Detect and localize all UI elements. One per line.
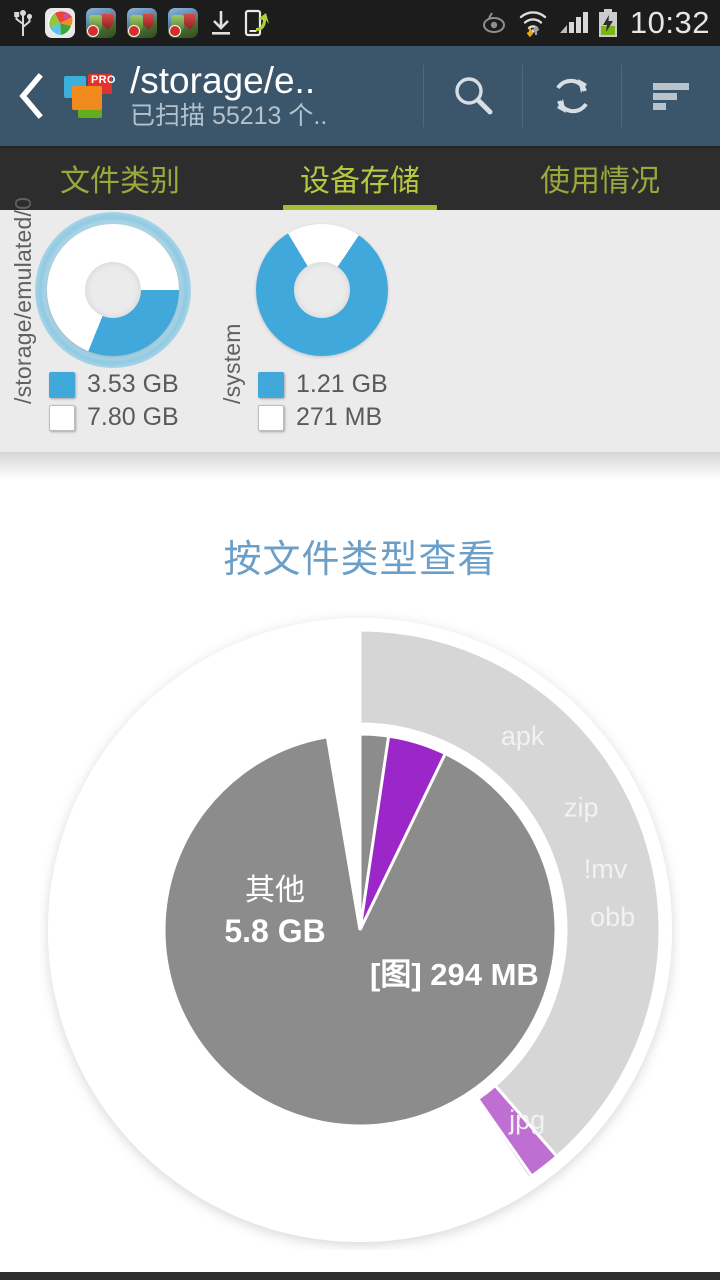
signal-icon bbox=[559, 12, 588, 33]
file-type-sunburst-chart[interactable]: apk zip !mv obb jpg 其他 5.8 GB [图] 294 MB bbox=[40, 610, 680, 1250]
sunburst-inner-ring bbox=[162, 732, 558, 1128]
panel-shadow bbox=[0, 452, 720, 480]
volume-donut-chart bbox=[256, 224, 388, 356]
chevron-left-icon bbox=[19, 73, 43, 119]
legend-free-value: 271 MB bbox=[296, 403, 383, 431]
sunburst-center-category: 其他 bbox=[245, 874, 305, 907]
game-notification-icon bbox=[168, 8, 198, 38]
tab-device-storage[interactable]: 设备存储 bbox=[240, 146, 480, 210]
legend-row-used: 3.53 GB bbox=[49, 370, 179, 399]
legend-row-free: 271 MB bbox=[258, 403, 388, 432]
app-logo-icon: PRO bbox=[62, 70, 118, 122]
sort-button[interactable] bbox=[622, 46, 720, 146]
bottom-nav-strip bbox=[0, 1272, 720, 1280]
pro-badge-label: PRO bbox=[91, 74, 116, 86]
tab-label: 文件类别 bbox=[60, 165, 180, 198]
app-icon bbox=[45, 8, 75, 38]
game-notification-icon bbox=[127, 8, 157, 38]
tab-label: 设备存储 bbox=[300, 165, 420, 198]
action-bar: PRO /storage/e.. 已扫描 55213 个.. bbox=[0, 46, 720, 146]
status-bar: 10:32 bbox=[0, 0, 720, 46]
tab-bar: 文件类别 设备存储 使用情况 bbox=[0, 146, 720, 210]
page-title: /storage/e.. bbox=[130, 61, 316, 101]
tab-usage[interactable]: 使用情况 bbox=[480, 146, 720, 210]
sunburst-center-size: 5.8 GB bbox=[224, 913, 325, 949]
usb-icon bbox=[14, 10, 33, 36]
legend-swatch-free bbox=[49, 404, 75, 431]
search-icon bbox=[455, 77, 493, 115]
volume-path-label: /storage/emulated/0 bbox=[10, 196, 36, 404]
sunburst-slice-label: obb bbox=[590, 902, 635, 932]
back-button[interactable] bbox=[0, 46, 62, 146]
status-bar-right-icons: 10:32 bbox=[480, 5, 710, 41]
legend-swatch-used bbox=[258, 371, 284, 398]
legend-used-value: 3.53 GB bbox=[87, 370, 179, 398]
storage-volume-item[interactable]: /storage/emulated/0 3.53 GB 7.80 GB bbox=[10, 196, 191, 432]
legend-row-free: 7.80 GB bbox=[49, 403, 179, 432]
legend-used-value: 1.21 GB bbox=[296, 370, 388, 398]
storage-volume-item[interactable]: /system 1.21 GB 271 MB bbox=[219, 224, 388, 432]
legend-swatch-free bbox=[258, 404, 284, 431]
wifi-icon bbox=[519, 11, 547, 38]
sunburst-slice-label: jpg bbox=[508, 1105, 545, 1135]
battery-charging-icon bbox=[598, 9, 617, 37]
search-button[interactable] bbox=[424, 46, 522, 146]
tab-label: 使用情况 bbox=[540, 165, 660, 198]
app-screen: 10:32 PRO /storage/e.. 已扫描 55213 个.. 文件类… bbox=[0, 0, 720, 1280]
volume-legend: 3.53 GB 7.80 GB bbox=[49, 366, 179, 432]
download-icon bbox=[212, 11, 230, 35]
legend-free-value: 7.80 GB bbox=[87, 403, 179, 431]
title-block[interactable]: /storage/e.. 已扫描 55213 个.. bbox=[130, 61, 423, 131]
eye-off-icon bbox=[482, 12, 505, 33]
sunburst-svg: apk zip !mv obb jpg 其他 5.8 GB [图] 294 MB bbox=[48, 618, 672, 1242]
legend-swatch-used bbox=[49, 371, 75, 398]
volume-legend: 1.21 GB 271 MB bbox=[258, 366, 388, 432]
sunburst-slice-label: !mv bbox=[584, 854, 628, 884]
sunburst-slice-label: apk bbox=[501, 721, 545, 751]
volume-donut-chart bbox=[35, 212, 191, 368]
file-type-section-title: 按文件类型查看 bbox=[223, 539, 497, 581]
volume-path-label: /system bbox=[219, 323, 245, 404]
storage-volumes-panel: /storage/emulated/0 3.53 GB 7.80 GB /sys… bbox=[0, 196, 720, 452]
legend-row-used: 1.21 GB bbox=[258, 370, 388, 399]
sunburst-image-callout: [图] 294 MB bbox=[370, 957, 539, 992]
game-notification-icon bbox=[86, 8, 116, 38]
share-to-phone-icon bbox=[244, 9, 269, 37]
refresh-button[interactable] bbox=[523, 46, 621, 146]
donut-ring bbox=[47, 224, 179, 356]
sort-icon bbox=[653, 83, 689, 110]
status-bar-left-icons bbox=[12, 8, 480, 38]
status-bar-clock: 10:32 bbox=[629, 5, 710, 40]
scan-status-subtitle: 已扫描 55213 个.. bbox=[130, 102, 328, 130]
sunburst-slice-label: zip bbox=[564, 792, 599, 822]
donut-ring bbox=[256, 224, 388, 356]
refresh-icon bbox=[556, 78, 588, 114]
